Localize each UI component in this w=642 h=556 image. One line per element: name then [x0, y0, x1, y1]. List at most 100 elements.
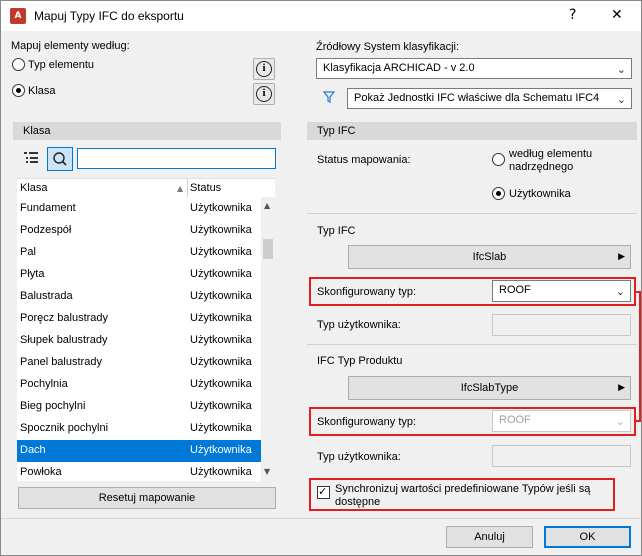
ifc-product-type-label: IFC Typ Produktu — [317, 355, 403, 367]
separator — [307, 213, 637, 214]
ifc-schema-filter-value: Pokaż Jednostki IFC właściwe dla Schemat… — [354, 92, 600, 104]
scrollbar-thumb[interactable] — [263, 239, 273, 259]
connector-line — [636, 420, 641, 422]
ok-button[interactable]: OK — [544, 526, 631, 548]
configured-type-2-label: Skonfigurowany typ: — [317, 416, 417, 428]
help-button[interactable]: ? — [569, 7, 576, 23]
chevron-down-icon: ⌄ — [615, 285, 625, 298]
source-system-select[interactable]: Klasyfikacja ARCHICAD - v 2.0 ⌄ — [316, 58, 632, 79]
list-item[interactable]: Pal Użytkownika — [17, 242, 262, 264]
ifc-product-entity-button[interactable]: IfcSlabType ▶ — [348, 376, 631, 400]
radio-by-parent-label-2: nadrzędnego — [509, 161, 574, 173]
list-item[interactable]: Dach Użytkownika — [17, 440, 262, 462]
radio-class[interactable] — [12, 84, 25, 97]
triangle-right-icon: ▶ — [618, 252, 625, 262]
list-item[interactable]: Spocznik pochylni Użytkownika — [17, 418, 262, 440]
footer-separator — [1, 518, 641, 519]
cancel-button[interactable]: Anuluj — [446, 526, 533, 548]
ifc-entity-value: IfcSlab — [472, 251, 507, 263]
source-system-value: Klasyfikacja ARCHICAD - v 2.0 — [323, 62, 475, 74]
source-system-label: Źródłowy System klasyfikacji: — [316, 41, 460, 53]
sync-label-1: Synchronizuj wartości predefiniowane Typ… — [335, 483, 591, 495]
info-icon: i — [256, 61, 272, 77]
class-list: Klasa ▲ Status Fundament Użytkownika Podze… — [17, 178, 275, 484]
user-type-2-label: Typ użytkownika: — [317, 451, 401, 463]
list-item-status: Użytkownika — [190, 224, 252, 236]
list-item[interactable]: Fundament Użytkownika — [17, 198, 262, 220]
list-item[interactable]: Panel balustrady Użytkownika — [17, 352, 262, 374]
configured-type-select[interactable]: ROOF ⌄ — [492, 280, 631, 302]
reset-mapping-button[interactable]: Resetuj mapowanie — [18, 487, 276, 509]
scroll-down-icon[interactable]: ▼ — [264, 467, 270, 476]
triangle-right-icon: ▶ — [618, 383, 625, 393]
scroll-up-icon[interactable]: ▲ — [264, 201, 270, 210]
list-item[interactable]: Podzespół Użytkownika — [17, 220, 262, 242]
list-item-status: Użytkownika — [190, 378, 252, 390]
list-scrollbar[interactable]: ▲ ▼ — [261, 197, 275, 482]
list-item-class: Płyta — [20, 268, 45, 280]
sync-predefined-checkbox[interactable] — [317, 485, 330, 499]
configured-type-2-value: ROOF — [499, 414, 531, 426]
ifc-schema-filter-select[interactable]: Pokaż Jednostki IFC właściwe dla Schemat… — [347, 88, 632, 109]
list-item[interactable]: Balustrada Użytkownika — [17, 286, 262, 308]
chevron-down-icon: ⌄ — [616, 93, 626, 106]
ifc-entity-button[interactable]: IfcSlab ▶ — [348, 245, 631, 269]
list-item-class: Podzespół — [20, 224, 72, 236]
info-button-class[interactable]: i — [253, 83, 275, 105]
radio-by-parent-label-1: według elementu — [509, 148, 593, 160]
list-item-class: Spocznik pochylni — [20, 422, 109, 434]
list-item[interactable]: Poręcz balustrady Użytkownika — [17, 308, 262, 330]
list-item-class: Panel balustrady — [20, 356, 102, 368]
list-item-class: Pochylnia — [20, 378, 68, 390]
archicad-app-icon: A — [10, 8, 26, 24]
radio-user-defined-label: Użytkownika — [509, 188, 571, 200]
close-button[interactable]: ✕ — [611, 7, 623, 23]
user-type-field[interactable] — [492, 314, 631, 336]
list-item[interactable]: Płyta Użytkownika — [17, 264, 262, 286]
list-item-class: Poręcz balustrady — [20, 312, 109, 324]
column-header-class[interactable]: Klasa — [20, 182, 48, 194]
sync-label-2: dostępne — [335, 496, 381, 508]
list-item-status: Użytkownika — [190, 334, 252, 346]
ifc-product-entity-value: IfcSlabType — [460, 382, 519, 394]
separator — [307, 344, 637, 345]
ifc-type-panel-header: Typ IFC — [307, 122, 637, 140]
configured-type-label: Skonfigurowany typ: — [317, 286, 417, 298]
column-header-status[interactable]: Status — [190, 182, 221, 194]
chevron-down-icon: ⌄ — [615, 415, 625, 428]
list-item-status: Użytkownika — [190, 422, 252, 434]
list-item-class: Dach — [20, 444, 46, 456]
class-search-input[interactable] — [77, 148, 276, 169]
list-item-status: Użytkownika — [190, 202, 252, 214]
radio-element-type[interactable] — [12, 58, 25, 71]
list-item-status: Użytkownika — [190, 268, 252, 280]
list-item-status: Użytkownika — [190, 400, 252, 412]
search-toggle-button[interactable] — [47, 147, 73, 171]
radio-by-parent-element[interactable] — [492, 153, 505, 166]
list-item-class: Słupek balustrady — [20, 334, 108, 346]
chevron-down-icon: ⌄ — [616, 63, 626, 76]
list-item-status: Użytkownika — [190, 290, 252, 302]
radio-user-defined[interactable] — [492, 187, 505, 200]
list-item-class: Fundament — [20, 202, 76, 214]
sort-ascending-icon: ▲ — [177, 184, 184, 193]
info-button-element-type[interactable]: i — [253, 58, 275, 80]
radio-class-label: Klasa — [28, 85, 56, 97]
class-panel-header: Klasa — [13, 122, 281, 140]
dialog-window: A Mapuj Typy IFC do eksportu ? ✕ Mapuj e… — [0, 0, 642, 556]
list-item-status: Użytkownika — [190, 312, 252, 324]
list-item[interactable]: Pochylnia Użytkownika — [17, 374, 262, 396]
list-item[interactable]: Powłoka Użytkownika — [17, 462, 262, 484]
list-item-class: Bieg pochylni — [20, 400, 86, 412]
user-type-label: Typ użytkownika: — [317, 319, 401, 331]
tree-view-icon[interactable] — [23, 151, 39, 165]
window-title: Mapuj Typy IFC do eksportu — [34, 9, 184, 23]
column-divider — [187, 179, 188, 197]
list-item-status: Użytkownika — [190, 356, 252, 368]
list-item[interactable]: Bieg pochylni Użytkownika — [17, 396, 262, 418]
list-item-status: Użytkownika — [190, 444, 252, 456]
configured-type-value: ROOF — [499, 284, 531, 296]
user-type-2-field — [492, 445, 631, 467]
list-item[interactable]: Słupek balustrady Użytkownika — [17, 330, 262, 352]
title-bar: A Mapuj Typy IFC do eksportu ? ✕ — [1, 1, 641, 31]
